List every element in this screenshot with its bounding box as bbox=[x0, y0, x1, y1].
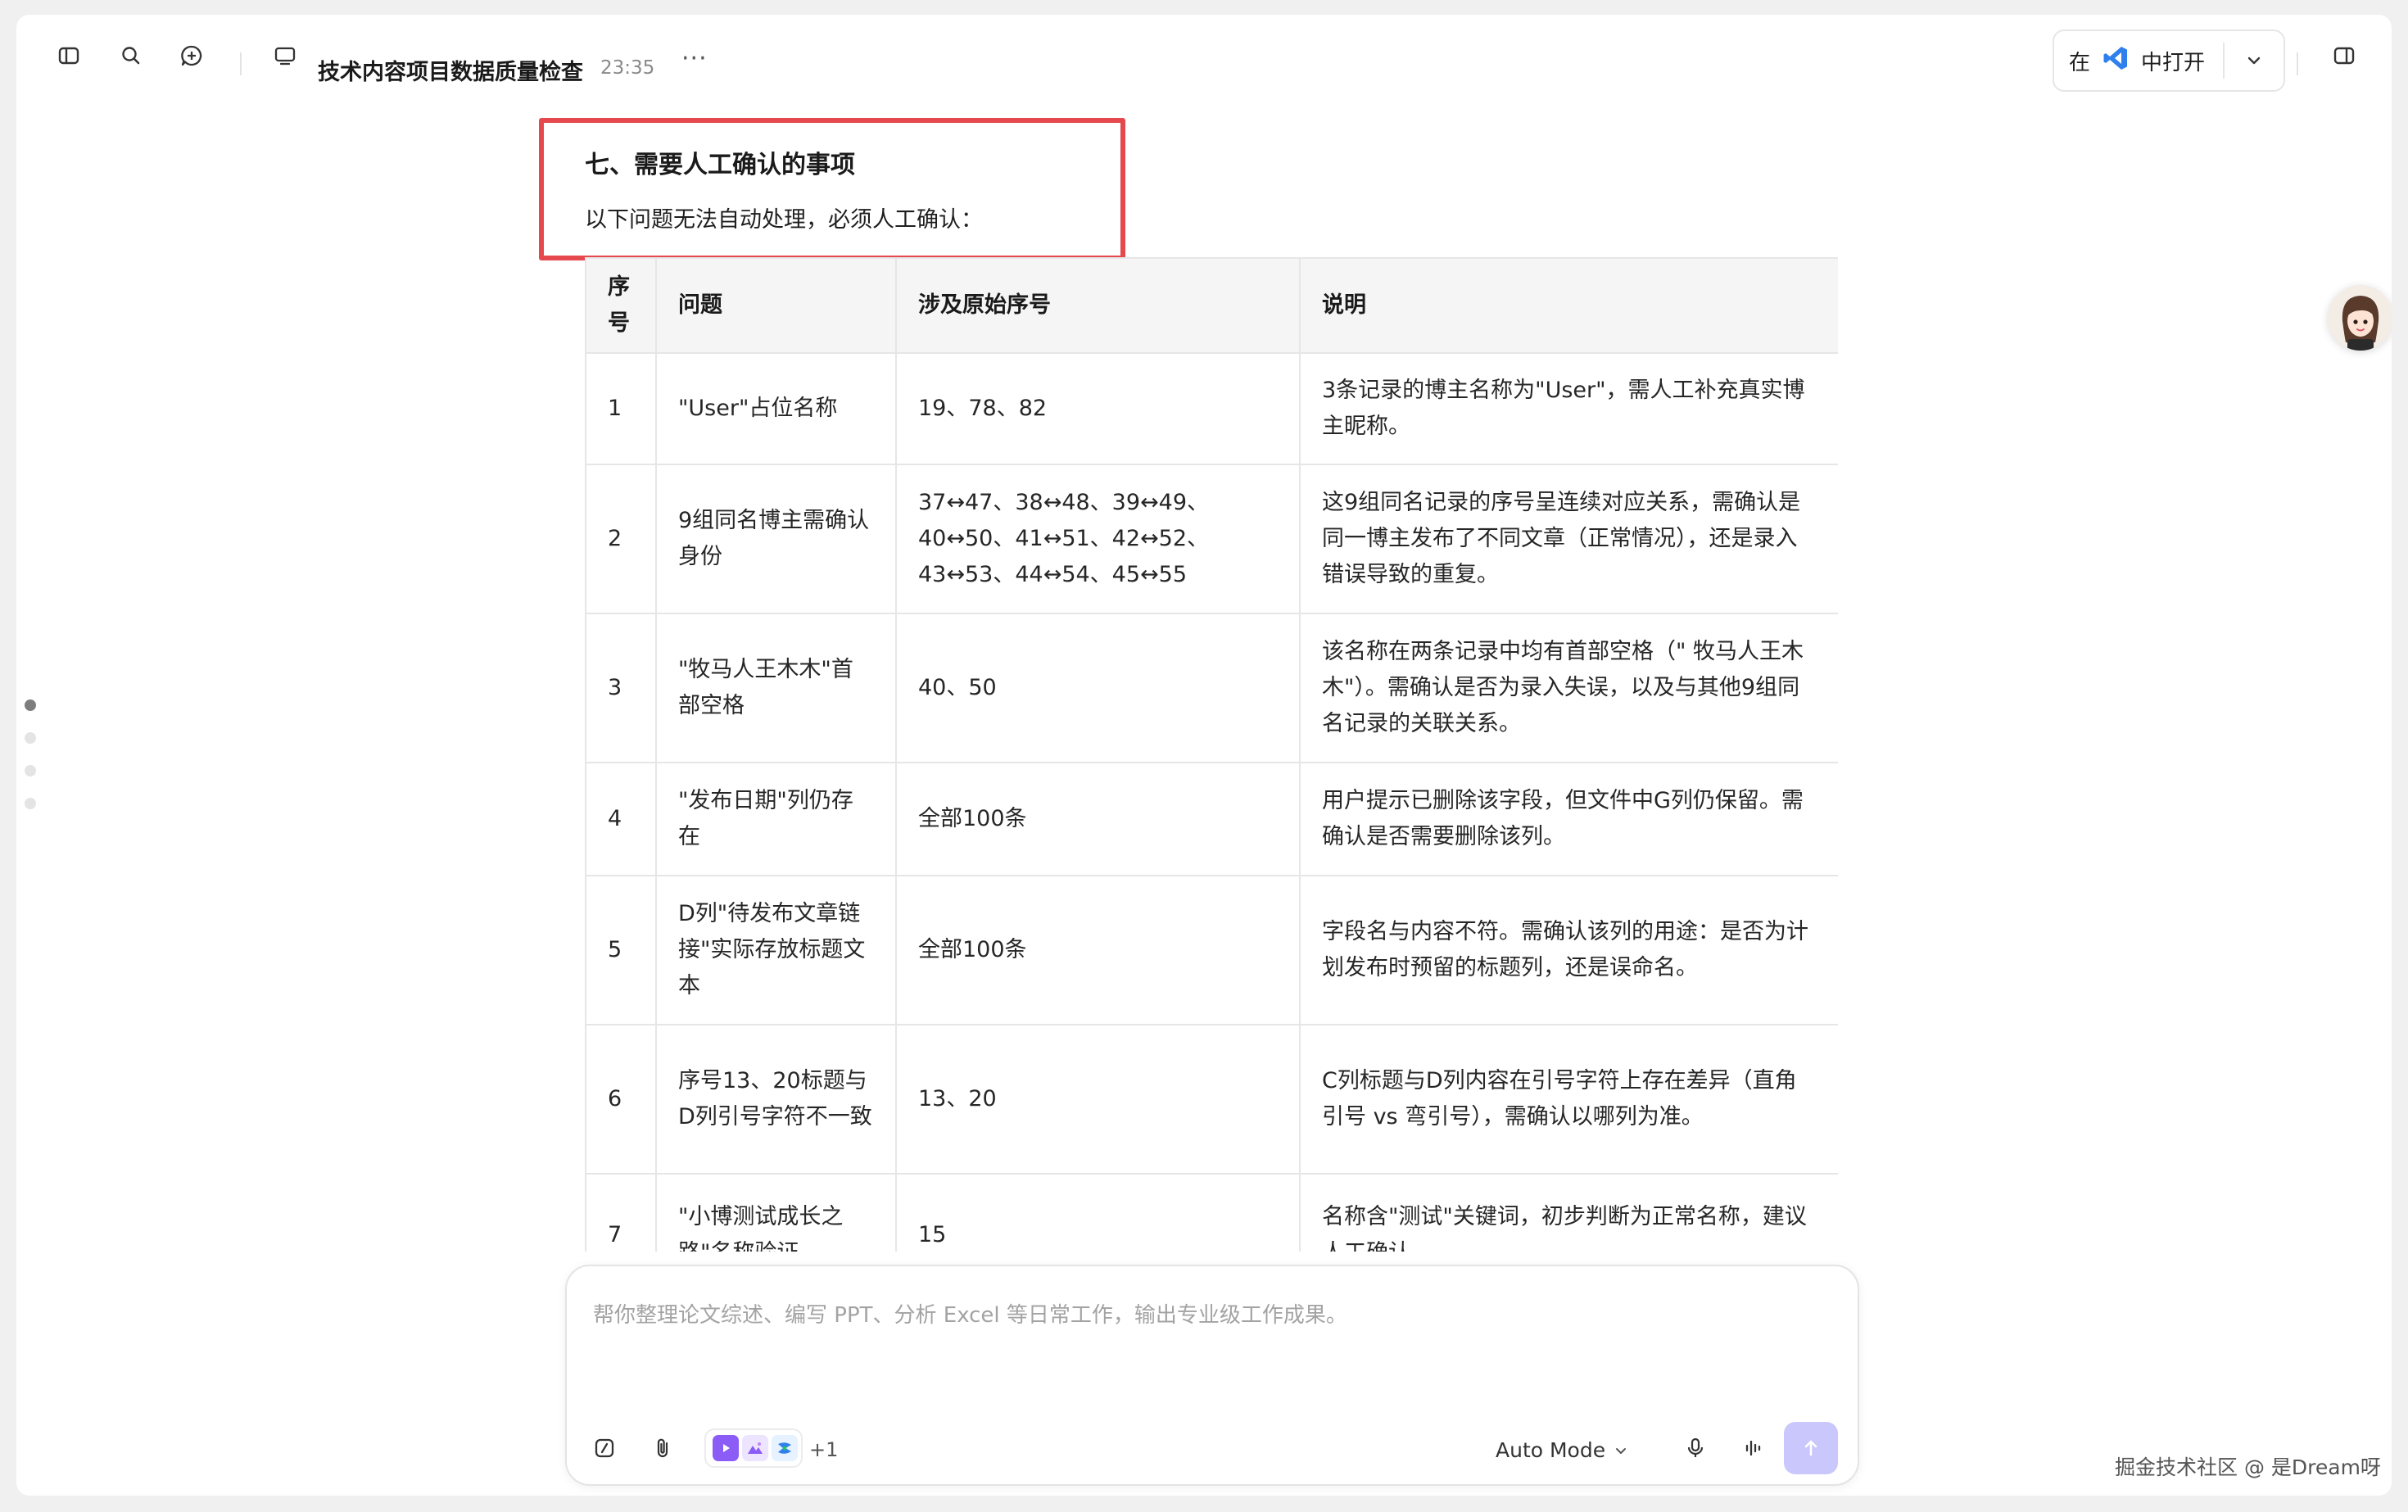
assistant-avatar[interactable] bbox=[2328, 285, 2392, 351]
monitor-icon bbox=[269, 39, 301, 72]
section-nav-dot[interactable] bbox=[25, 798, 36, 809]
chat-input[interactable] bbox=[593, 1291, 1822, 1340]
cell-index: 7 bbox=[585, 1173, 657, 1252]
cell-description: 字段名与内容不符。需确认该列的用途：是否为计划发布时预留的标题列，还是误命名。 bbox=[1299, 875, 1838, 1025]
microphone-icon[interactable] bbox=[1677, 1430, 1713, 1466]
cell-issue: "发布日期"列仍存在 bbox=[655, 762, 897, 876]
chevron-down-icon bbox=[2247, 57, 2261, 65]
cell-description: 这9组同名记录的序号呈连续对应关系，需确认是同一博主发布了不同文章（正常情况），… bbox=[1299, 464, 1838, 614]
more-apps-count[interactable]: +1 bbox=[809, 1438, 838, 1461]
mode-label: Auto Mode bbox=[1496, 1438, 1606, 1462]
cell-description: 名称含"测试"关键词，初步判断为正常名称，建议人工确认。 bbox=[1299, 1173, 1838, 1252]
header-issue: 问题 bbox=[655, 257, 897, 354]
cell-index: 5 bbox=[585, 875, 657, 1025]
table-row: 6 序号13、20标题与D列引号字符不一致 13、20 C列标题与D列内容在引号… bbox=[585, 1024, 1838, 1175]
section-intro-text: 以下问题无法自动处理，必须人工确认： bbox=[585, 207, 983, 233]
section-nav-dot[interactable] bbox=[25, 765, 36, 776]
table-row: 3 "牧马人王木木"首部空格 40、50 该名称在两条记录中均有首部空格（" 牧… bbox=[585, 613, 1838, 763]
table-header-row: 序号 问题 涉及原始序号 说明 bbox=[585, 257, 1838, 354]
open-in-editor-action[interactable]: 在 中打开 bbox=[2054, 31, 2223, 90]
open-suffix-label: 中打开 bbox=[2141, 50, 2206, 75]
cell-issue: "User"占位名称 bbox=[655, 352, 897, 465]
arrow-up-icon bbox=[1804, 1440, 1817, 1456]
open-prefix-label: 在 bbox=[2069, 50, 2091, 75]
cell-index: 4 bbox=[585, 762, 657, 876]
cell-issue: D列"待发布文章链接"实际存放标题文本 bbox=[655, 875, 897, 1025]
cell-issue: 序号13、20标题与D列引号字符不一致 bbox=[655, 1024, 897, 1175]
table-row: 7 "小博测试成长之路"名称验证 15 名称含"测试"关键词，初步判断为正常名称… bbox=[585, 1173, 1838, 1252]
table-row: 2 9组同名博主需确认身份 37↔47、38↔48、39↔49、40↔50、41… bbox=[585, 464, 1838, 614]
section-nav-dot[interactable] bbox=[25, 732, 36, 744]
cell-issue: 9组同名博主需确认身份 bbox=[655, 464, 897, 614]
cell-original-index: 15 bbox=[895, 1173, 1301, 1252]
issues-table: 序号 问题 涉及原始序号 说明 1 "User"占位名称 19、78、82 3条… bbox=[585, 257, 1838, 1252]
section-heading: 七、需要人工确认的事项 bbox=[585, 151, 855, 179]
cell-index: 1 bbox=[585, 352, 657, 465]
cell-description: 3条记录的博主名称为"User"，需人工补充真实博主昵称。 bbox=[1299, 352, 1838, 465]
open-options-dropdown[interactable] bbox=[2225, 52, 2284, 70]
table-row: 1 "User"占位名称 19、78、82 3条记录的博主名称为"User"，需… bbox=[585, 352, 1838, 465]
header-index: 序号 bbox=[585, 257, 657, 354]
cell-issue: "小博测试成长之路"名称验证 bbox=[655, 1173, 897, 1252]
header-description: 说明 bbox=[1299, 257, 1838, 354]
toolbar-divider-right bbox=[2297, 52, 2298, 75]
vscode-icon bbox=[2102, 44, 2130, 78]
cell-description: 用户提示已删除该字段，但文件中G列仍保留。需确认是否需要删除该列。 bbox=[1299, 762, 1838, 876]
app-window: 技术内容项目数据质量检查 23:35 ··· 在 中打开 七、需要人工确认的事项… bbox=[16, 15, 2392, 1496]
mode-selector[interactable]: Auto Mode bbox=[1496, 1438, 1628, 1462]
header-index-label: 序号 bbox=[608, 274, 630, 336]
slash-command-icon[interactable] bbox=[586, 1430, 622, 1466]
cell-original-index: 37↔47、38↔48、39↔49、40↔50、41↔51、42↔52、43↔5… bbox=[895, 464, 1301, 614]
chevron-down-icon bbox=[1616, 1447, 1627, 1454]
video-app-icon bbox=[713, 1435, 739, 1461]
attachment-icon[interactable] bbox=[645, 1430, 681, 1466]
cell-index: 3 bbox=[585, 613, 657, 763]
highlight-annotation-box bbox=[539, 118, 1125, 260]
chat-composer: +1 Auto Mode bbox=[565, 1265, 1859, 1486]
cell-original-index: 19、78、82 bbox=[895, 352, 1301, 465]
issues-table-container: 序号 问题 涉及原始序号 说明 1 "User"占位名称 19、78、82 3条… bbox=[585, 257, 1838, 1252]
open-in-vscode-button: 在 中打开 bbox=[2053, 29, 2285, 92]
right-panel-toggle-icon[interactable] bbox=[2328, 39, 2360, 72]
top-bar: 技术内容项目数据质量检查 23:35 ··· 在 中打开 bbox=[16, 15, 2392, 93]
cell-original-index: 40、50 bbox=[895, 613, 1301, 763]
table-row: 5 D列"待发布文章链接"实际存放标题文本 全部100条 字段名与内容不符。需确… bbox=[585, 875, 1838, 1025]
new-chat-icon[interactable] bbox=[175, 39, 208, 72]
more-options-button[interactable]: ··· bbox=[681, 44, 708, 73]
cell-original-index: 全部100条 bbox=[895, 875, 1301, 1025]
section-nav-dot-active[interactable] bbox=[25, 699, 36, 711]
timestamp: 23:35 bbox=[600, 57, 655, 79]
send-button[interactable] bbox=[1784, 1422, 1838, 1474]
app-integrations[interactable] bbox=[704, 1428, 803, 1468]
cell-index: 2 bbox=[585, 464, 657, 614]
cell-description: 该名称在两条记录中均有首部空格（" 牧马人王木木"）。需确认是否为录入失误，以及… bbox=[1299, 613, 1838, 763]
image-app-icon bbox=[742, 1435, 768, 1461]
sidebar-toggle-icon[interactable] bbox=[52, 39, 85, 72]
cell-issue: "牧马人王木木"首部空格 bbox=[655, 613, 897, 763]
search-icon[interactable] bbox=[115, 39, 147, 72]
cell-index: 6 bbox=[585, 1024, 657, 1175]
toolbar-divider bbox=[240, 52, 242, 75]
voice-wave-icon[interactable] bbox=[1735, 1430, 1771, 1466]
watermark: 掘金技术社区 @ 是Dream呀 bbox=[2115, 1455, 2381, 1479]
cell-description: C列标题与D列内容在引号字符上存在差异（直角引号 vs 弯引号），需确认以哪列为… bbox=[1299, 1024, 1838, 1175]
cell-original-index: 13、20 bbox=[895, 1024, 1301, 1175]
flow-app-icon bbox=[772, 1435, 798, 1461]
header-original-index: 涉及原始序号 bbox=[895, 257, 1301, 354]
table-row: 4 "发布日期"列仍存在 全部100条 用户提示已删除该字段，但文件中G列仍保留… bbox=[585, 762, 1838, 876]
page-title: 技术内容项目数据质量检查 bbox=[318, 60, 583, 85]
cell-original-index: 全部100条 bbox=[895, 762, 1301, 876]
